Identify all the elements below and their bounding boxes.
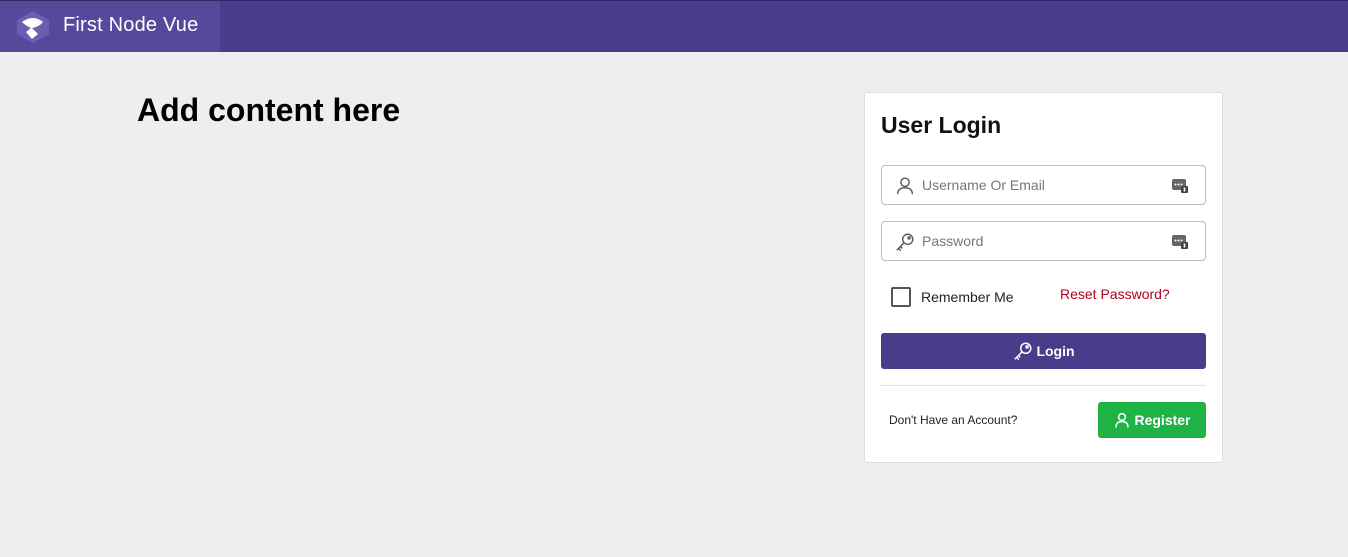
- user-icon: [1115, 412, 1130, 428]
- reset-password-link[interactable]: Reset Password?: [1060, 286, 1170, 302]
- top-app-bar: First Node Vue: [0, 0, 1348, 52]
- register-button-label: Register: [1134, 412, 1191, 428]
- remember-me-label[interactable]: Remember Me: [921, 289, 1014, 305]
- page-heading: Add content here: [137, 92, 401, 128]
- username-input[interactable]: [922, 172, 1162, 198]
- brand[interactable]: First Node Vue: [0, 1, 220, 52]
- login-button-label: Login: [1036, 343, 1075, 359]
- remember-me[interactable]: Remember Me: [891, 287, 1014, 307]
- login-title: User Login: [881, 112, 1002, 138]
- password-manager-icon[interactable]: [1171, 232, 1189, 250]
- app-title: First Node Vue: [63, 14, 199, 36]
- username-field[interactable]: [881, 165, 1206, 205]
- password-input[interactable]: [922, 228, 1162, 254]
- login-button[interactable]: Login: [881, 333, 1206, 369]
- login-card: User Login Username Or Email Remember Me…: [864, 92, 1223, 463]
- user-icon: [896, 177, 914, 195]
- divider: [881, 385, 1206, 386]
- register-button[interactable]: Register: [1098, 402, 1206, 438]
- remember-me-checkbox[interactable]: [891, 287, 911, 307]
- key-icon: [896, 233, 914, 252]
- key-icon: [1014, 342, 1032, 361]
- no-account-text: Don't Have an Account?: [889, 413, 1018, 427]
- password-field[interactable]: [881, 221, 1206, 261]
- password-manager-icon[interactable]: [1171, 176, 1189, 194]
- app-logo-icon: [17, 11, 49, 43]
